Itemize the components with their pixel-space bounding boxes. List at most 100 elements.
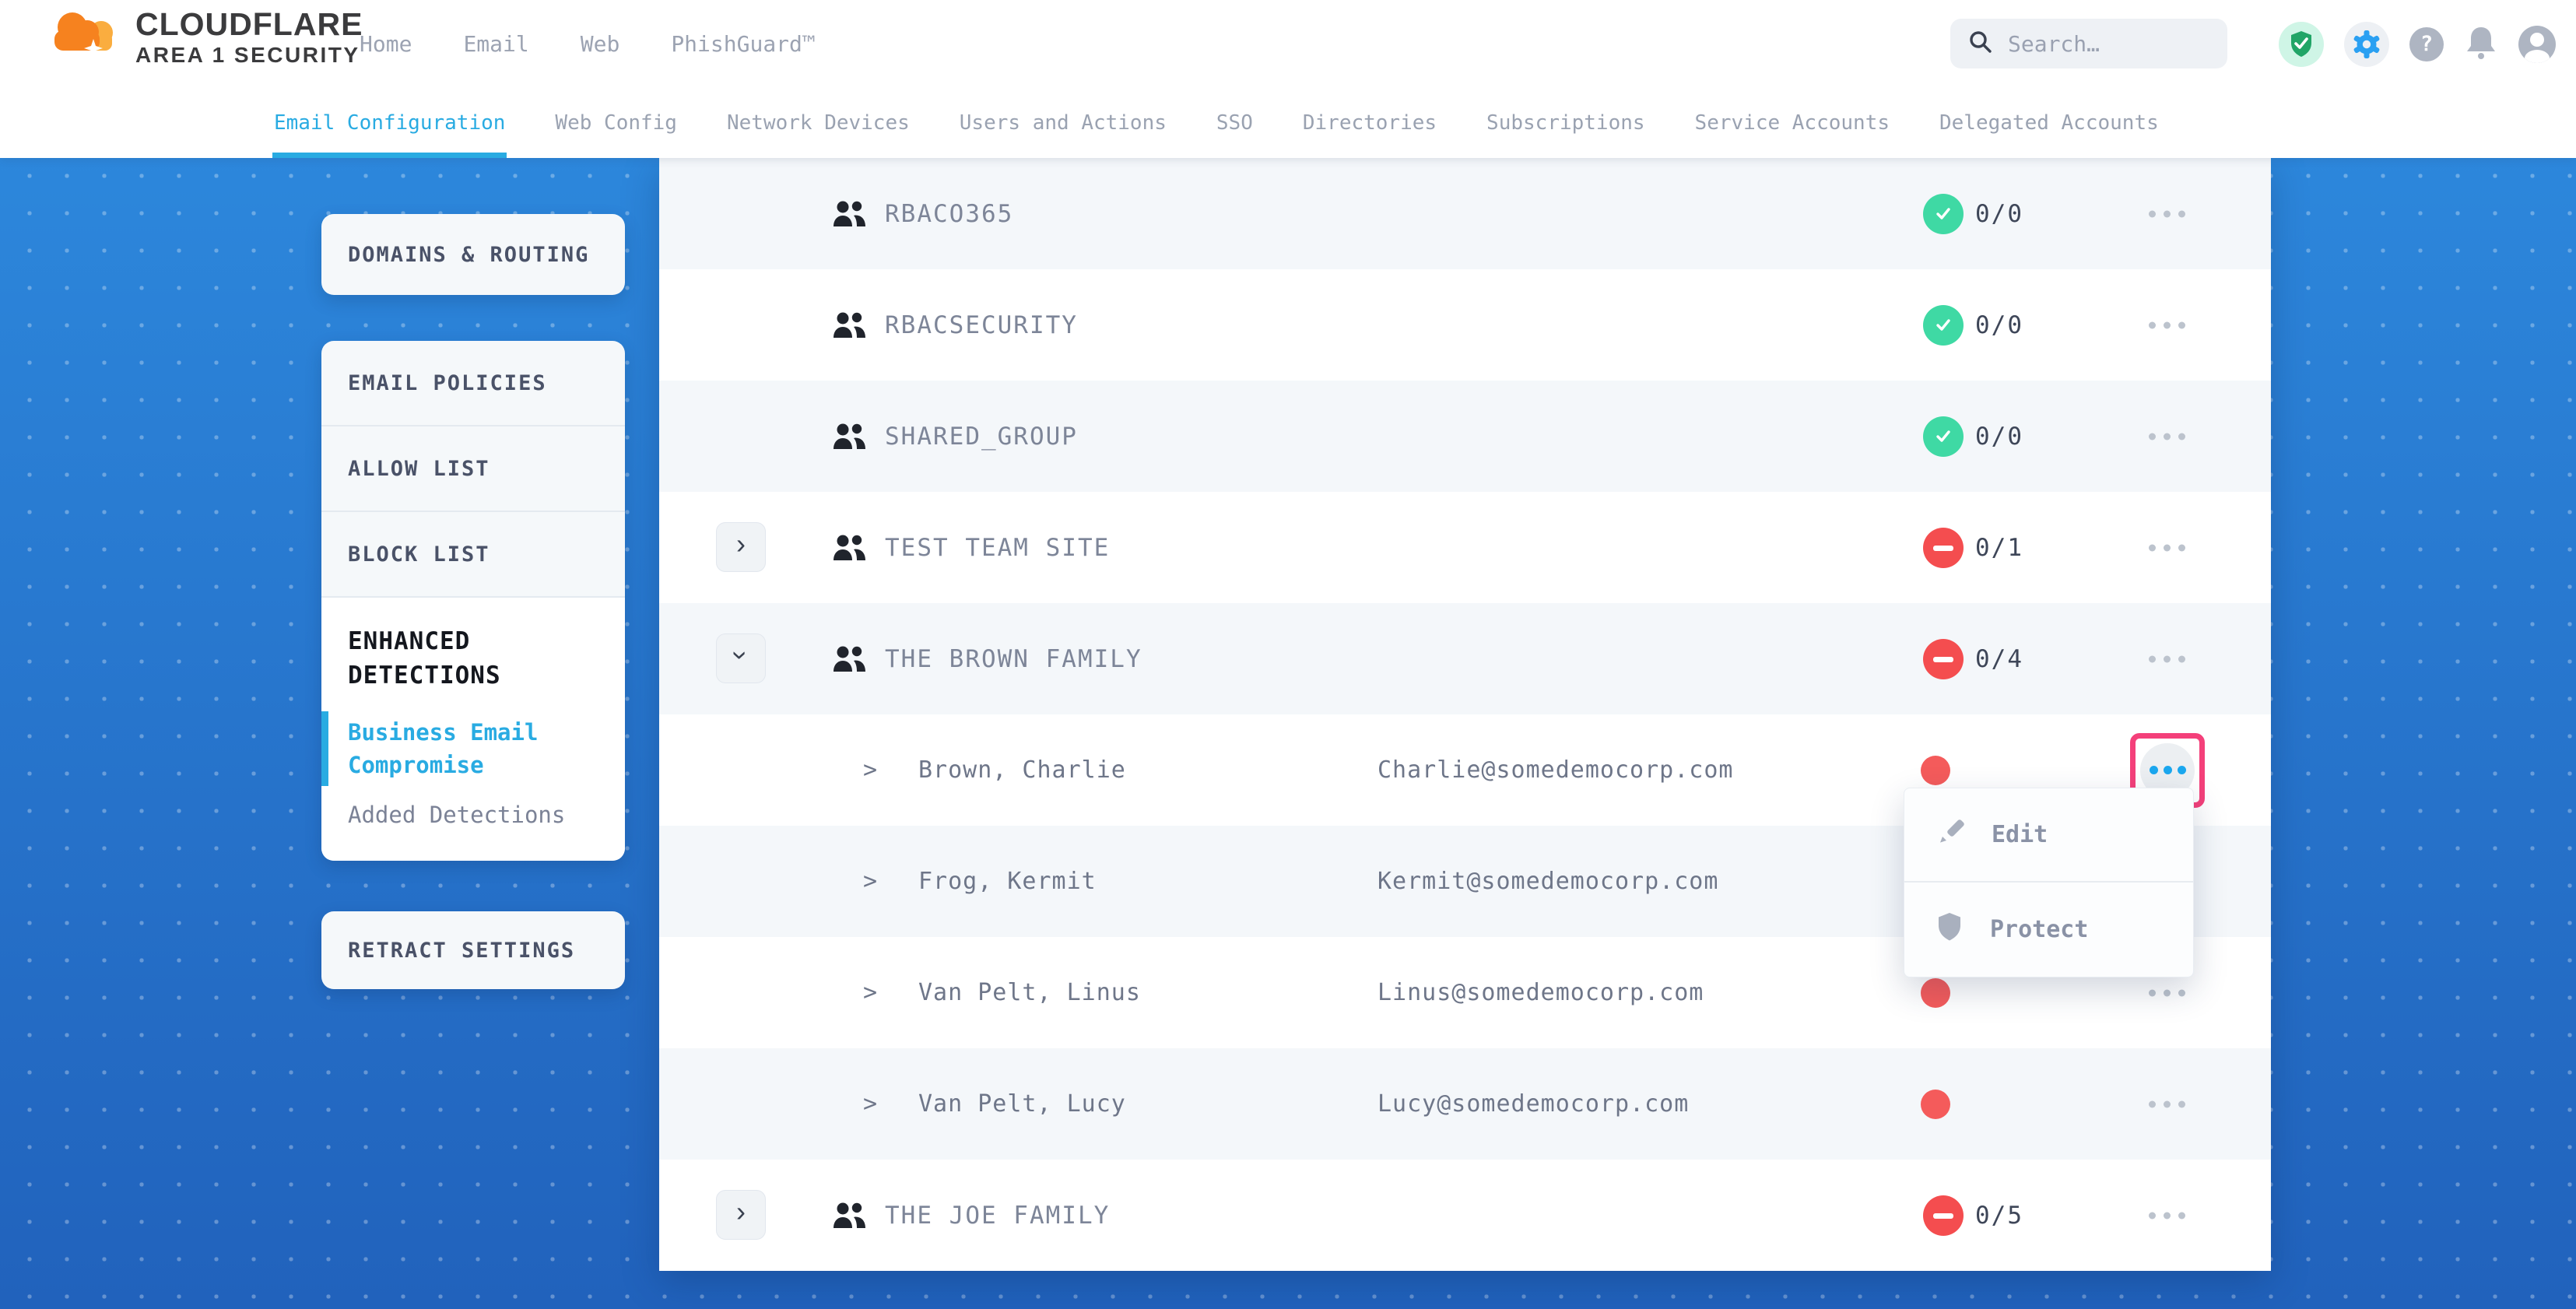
search-box[interactable]	[1950, 19, 2227, 68]
member-name: Van Pelt, Linus	[918, 937, 1141, 1048]
collapse-button[interactable]: ›	[716, 633, 766, 683]
sidebar-item-retract-settings[interactable]: RETRACT SETTINGS	[321, 911, 625, 989]
menu-item-edit[interactable]: Edit	[1904, 788, 2193, 883]
top-bar: CLOUDFLARE AREA 1 SECURITY Home Email We…	[0, 0, 2576, 88]
bell-icon[interactable]	[2464, 24, 2498, 65]
row-menu-button[interactable]	[2149, 655, 2185, 662]
chevron-right-icon: >	[863, 1048, 877, 1160]
row-menu-button[interactable]	[2149, 1100, 2185, 1107]
cloudflare-cloud-icon	[45, 6, 121, 68]
row-menu-button[interactable]	[2149, 989, 2185, 996]
sidebar-item-added-detections[interactable]: Added Detections	[348, 802, 602, 828]
group-icon	[832, 645, 868, 676]
status-alert-icon	[1923, 1195, 1964, 1236]
member-name: Van Pelt, Lucy	[918, 1048, 1126, 1160]
table-row: › TEST TEAM SITE 0/1	[659, 492, 2271, 603]
menu-item-protect[interactable]: Protect	[1904, 883, 2193, 977]
member-email: Linus@somedemocorp.com	[1377, 937, 1704, 1048]
tab-email-configuration[interactable]: Email Configuration	[274, 88, 505, 158]
help-icon[interactable]: ?	[2409, 27, 2444, 61]
sidebar-enhanced-detections-section: ENHANCED DETECTIONS Business Email Compr…	[321, 598, 625, 861]
group-name: RBACO365	[885, 158, 1013, 269]
shield-icon	[1936, 911, 1964, 949]
page: CLOUDFLARE AREA 1 SECURITY Home Email We…	[0, 0, 2576, 1309]
group-icon	[832, 534, 868, 565]
member-name: Frog, Kermit	[918, 826, 1097, 937]
tab-sso[interactable]: SSO	[1216, 88, 1253, 158]
search-icon	[1967, 29, 1994, 58]
chevron-right-icon: >	[863, 826, 877, 937]
status-ok-icon	[1923, 305, 1964, 346]
protected-count: 0/0	[1975, 381, 2023, 492]
member-email: Kermit@somedemocorp.com	[1377, 826, 1718, 937]
brand[interactable]: CLOUDFLARE AREA 1 SECURITY	[45, 6, 363, 68]
row-menu-button[interactable]	[2149, 433, 2185, 440]
tab-web-config[interactable]: Web Config	[555, 88, 677, 158]
protected-count: 0/4	[1975, 603, 2023, 714]
main-nav: Home Email Web PhishGuard™	[360, 0, 816, 88]
tab-users-and-actions[interactable]: Users and Actions	[960, 88, 1167, 158]
row-context-menu: Edit Protect	[1904, 788, 2194, 977]
groups-table: RBACO365 0/0 RBACSECURITY 0/0 SHARED_GRO…	[659, 158, 2271, 1271]
group-icon	[832, 311, 868, 342]
tab-delegated-accounts[interactable]: Delegated Accounts	[1939, 88, 2159, 158]
group-name: TEST TEAM SITE	[885, 492, 1110, 603]
avatar-icon[interactable]	[2518, 26, 2556, 63]
table-row: › THE BROWN FAMILY 0/4	[659, 603, 2271, 714]
table-row: RBACSECURITY 0/0	[659, 269, 2271, 381]
protected-count: 0/0	[1975, 269, 2023, 381]
group-name: THE JOE FAMILY	[885, 1160, 1110, 1271]
row-menu-button[interactable]	[2149, 1212, 2185, 1219]
sidebar-item-domains-routing[interactable]: DOMAINS & ROUTING	[321, 214, 625, 295]
member-email: Charlie@somedemocorp.com	[1377, 714, 1733, 826]
sidebar-email-policies-card: EMAIL POLICIES ALLOW LIST BLOCK LIST ENH…	[321, 341, 625, 861]
sidebar-item-email-policies[interactable]: EMAIL POLICIES	[321, 341, 625, 426]
member-email: Lucy@somedemocorp.com	[1377, 1048, 1689, 1160]
chevron-right-icon: >	[863, 714, 877, 826]
tab-directories[interactable]: Directories	[1303, 88, 1437, 158]
protected-count: 0/5	[1975, 1160, 2023, 1271]
status-alert-icon	[1923, 528, 1964, 568]
nav-home[interactable]: Home	[360, 31, 412, 57]
sidebar-item-enhanced-detections[interactable]: ENHANCED DETECTIONS	[348, 624, 535, 693]
expand-button[interactable]: ›	[716, 1190, 766, 1240]
group-icon	[832, 200, 868, 231]
tab-service-accounts[interactable]: Service Accounts	[1695, 88, 1890, 158]
sidebar-item-allow-list[interactable]: ALLOW LIST	[321, 426, 625, 512]
status-alert-icon	[1923, 639, 1964, 679]
topbar-icons: ?	[2279, 0, 2556, 88]
nav-web[interactable]: Web	[581, 31, 620, 57]
brand-name: CLOUDFLARE	[135, 8, 363, 41]
section-tabs: Email Configuration Web Config Network D…	[0, 88, 2576, 158]
tab-subscriptions[interactable]: Subscriptions	[1486, 88, 1645, 158]
expand-button[interactable]: ›	[716, 522, 766, 572]
row-menu-button[interactable]	[2149, 321, 2185, 328]
search-input[interactable]	[2008, 31, 2195, 57]
nav-phishguard[interactable]: PhishGuard™	[671, 31, 815, 57]
protected-count: 0/0	[1975, 158, 2023, 269]
group-name: THE BROWN FAMILY	[885, 603, 1142, 714]
group-icon	[832, 423, 868, 454]
row-menu-button[interactable]	[2149, 544, 2185, 551]
status-ok-icon	[1923, 194, 1964, 234]
chevron-right-icon: >	[863, 937, 877, 1048]
sidebar-item-business-email-compromise[interactable]: Business Email Compromise	[348, 716, 552, 781]
table-row-member: > Van Pelt, Lucy Lucy@somedemocorp.com	[659, 1048, 2271, 1160]
shield-check-icon[interactable]	[2279, 22, 2324, 67]
nav-email[interactable]: Email	[463, 31, 528, 57]
protected-count: 0/1	[1975, 492, 2023, 603]
table-row: SHARED_GROUP 0/0	[659, 381, 2271, 492]
status-alert-dot	[1921, 978, 1950, 1008]
table-row: › THE JOE FAMILY 0/5	[659, 1160, 2271, 1271]
group-name: SHARED_GROUP	[885, 381, 1078, 492]
pencil-icon	[1936, 817, 1965, 853]
sidebar-item-block-list[interactable]: BLOCK LIST	[321, 512, 625, 598]
tab-network-devices[interactable]: Network Devices	[727, 88, 910, 158]
table-row: RBACO365 0/0	[659, 158, 2271, 269]
row-menu-button[interactable]	[2149, 210, 2185, 217]
gear-icon[interactable]	[2344, 22, 2389, 67]
group-icon	[832, 1202, 868, 1233]
brand-subtitle: AREA 1 SECURITY	[135, 44, 363, 66]
status-alert-dot	[1921, 756, 1950, 785]
status-ok-icon	[1923, 416, 1964, 457]
